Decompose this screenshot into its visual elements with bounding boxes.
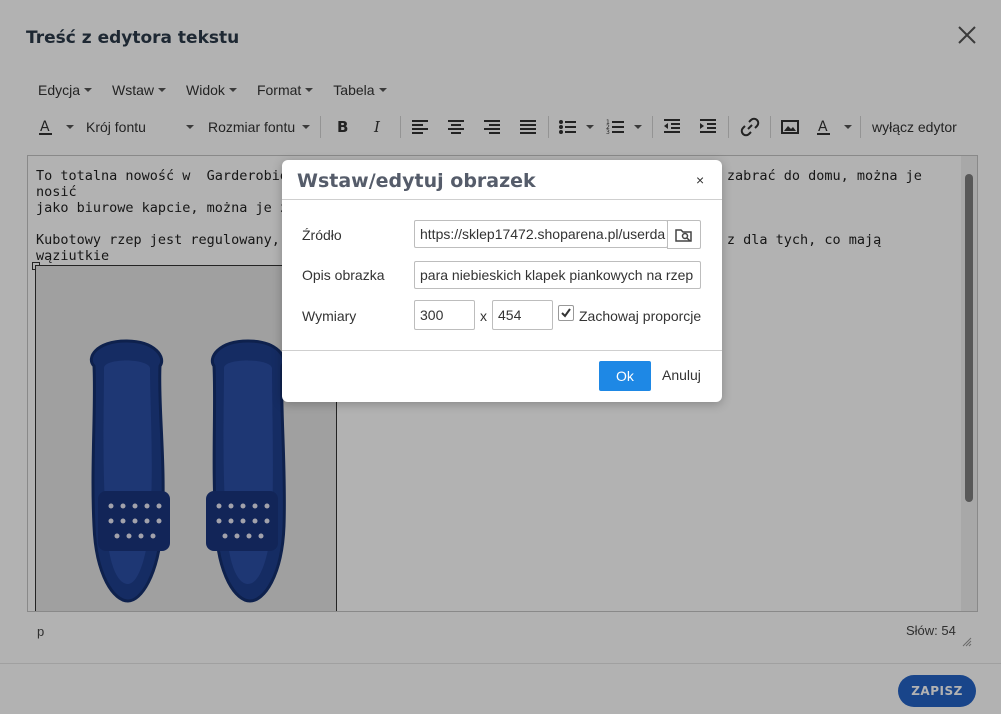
- cancel-button[interactable]: Anuluj: [662, 367, 701, 383]
- browse-button[interactable]: [667, 220, 701, 249]
- dialog-divider: [282, 350, 722, 351]
- dimensions-label: Wymiary: [302, 308, 357, 324]
- dialog-divider: [282, 199, 722, 200]
- height-input[interactable]: 454: [492, 300, 553, 330]
- width-input[interactable]: 300: [414, 300, 475, 330]
- ok-button[interactable]: Ok: [599, 361, 651, 391]
- dialog-title: Wstaw/edytuj obrazek: [297, 170, 536, 192]
- source-input[interactable]: https://sklep17472.shoparena.pl/userda: [414, 220, 668, 248]
- browse-folder-icon: [675, 228, 692, 242]
- dialog-close-button[interactable]: ×: [696, 172, 704, 188]
- source-label: Źródło: [302, 227, 342, 243]
- description-label: Opis obrazka: [302, 267, 385, 283]
- description-input[interactable]: para niebieskich klapek piankowych na rz…: [414, 261, 701, 289]
- insert-image-dialog: Wstaw/edytuj obrazek × Źródło https://sk…: [282, 160, 722, 402]
- check-icon: [561, 308, 571, 318]
- constrain-label[interactable]: Zachowaj proporcje: [579, 308, 701, 324]
- constrain-checkbox[interactable]: [558, 305, 574, 321]
- times-label: x: [480, 308, 487, 324]
